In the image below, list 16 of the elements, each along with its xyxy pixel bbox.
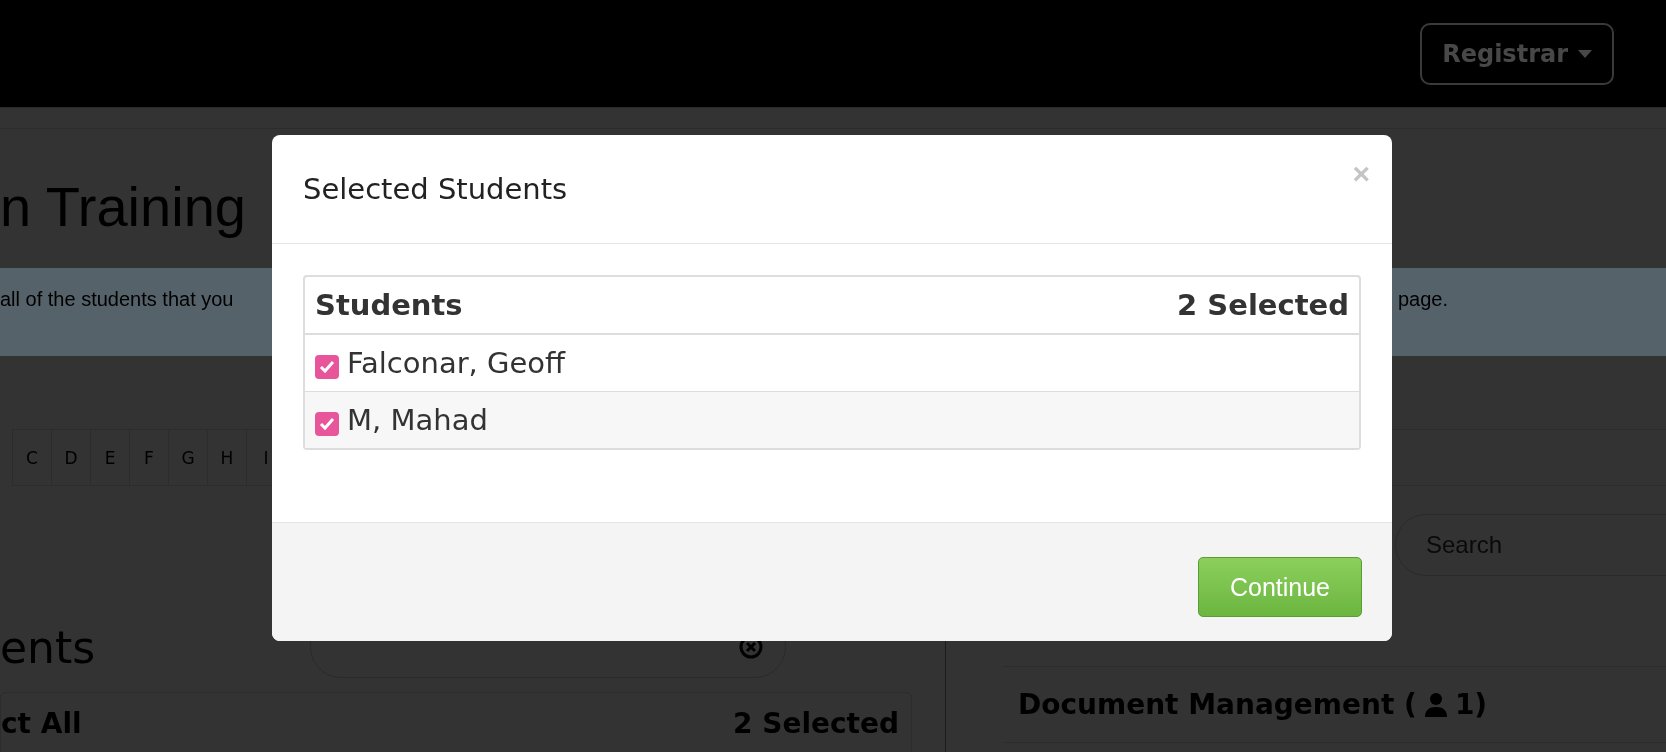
person-icon — [1424, 692, 1447, 717]
continue-button[interactable]: Continue — [1198, 557, 1362, 617]
student-name: Falconar, Geoff — [347, 346, 566, 380]
student-name: M, Mahad — [347, 403, 488, 437]
checkbox[interactable] — [315, 412, 339, 436]
column-heading: Students — [315, 288, 463, 322]
caret-icon — [1578, 49, 1592, 58]
selected-count: 2 Selected — [1177, 288, 1349, 322]
close-button[interactable]: × — [1352, 157, 1370, 191]
dialog-title: Selected Students — [303, 172, 568, 206]
check-icon — [319, 360, 335, 374]
alert-text: all of the students that you — [0, 288, 234, 312]
registrar-menu-button[interactable]: Registrar — [1420, 22, 1614, 85]
checkbox[interactable] — [315, 355, 339, 379]
alert-text: page. — [1397, 288, 1448, 312]
check-icon — [319, 417, 335, 431]
